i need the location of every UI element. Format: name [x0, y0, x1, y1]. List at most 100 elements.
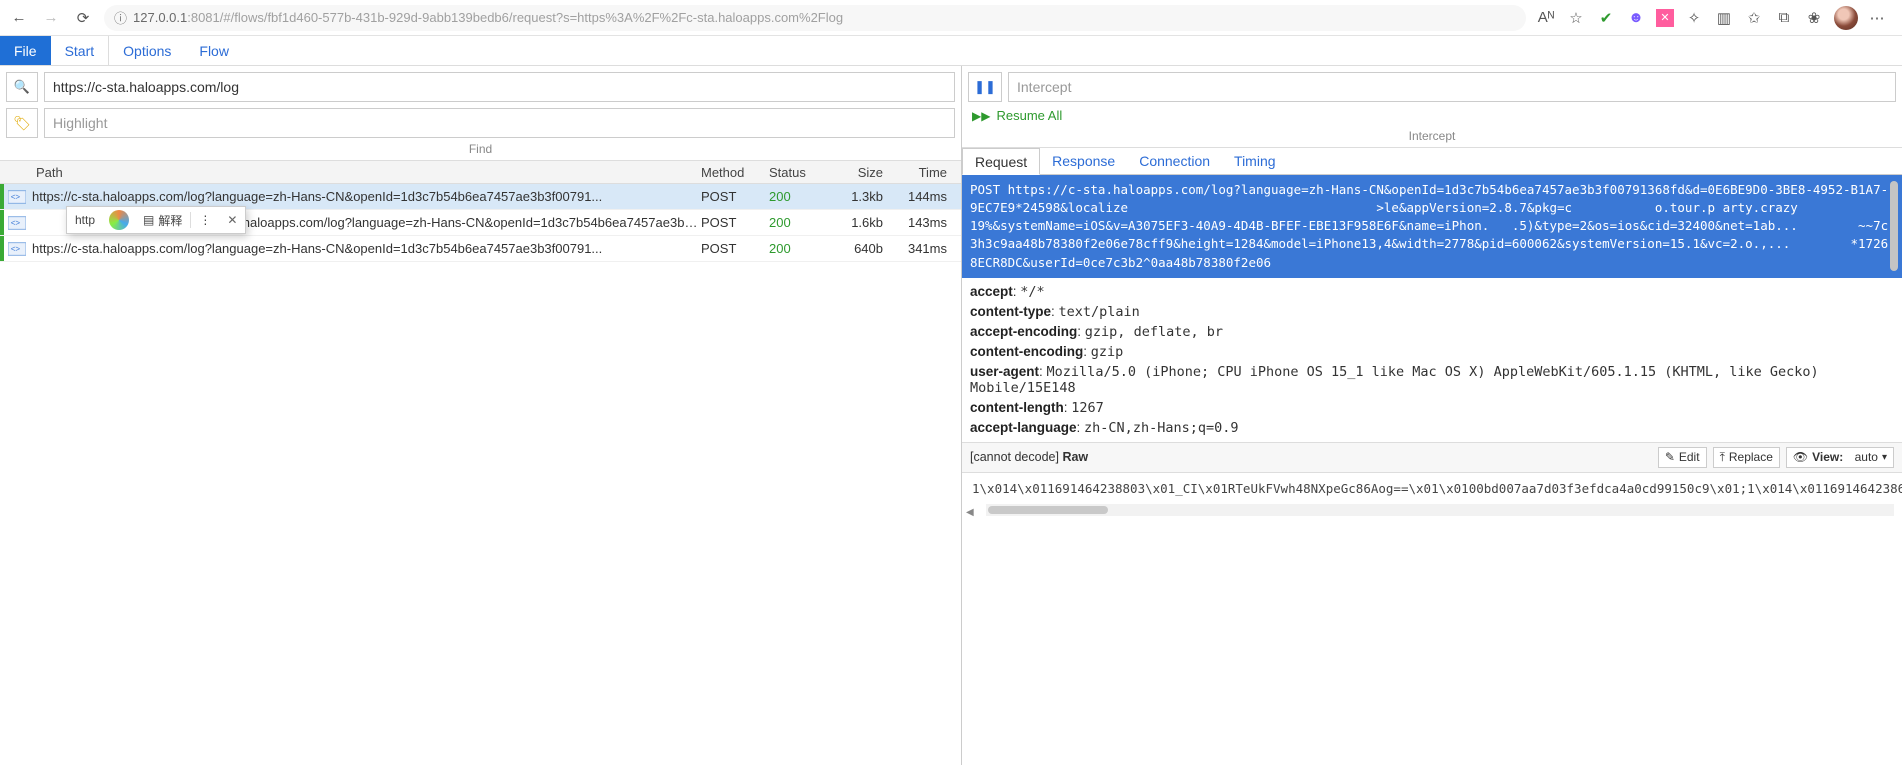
request-first-line[interactable]: POST https://c-sta.haloapps.com/log?lang… — [962, 175, 1902, 278]
header-row[interactable]: accept: */* — [970, 282, 1894, 302]
edit-button[interactable]: ✎Edit — [1658, 447, 1707, 468]
menu-options[interactable]: Options — [109, 36, 185, 65]
header-row[interactable]: content-length: 1267 — [970, 398, 1894, 418]
vertical-scrollbar[interactable] — [1890, 175, 1900, 295]
upload-icon: ⤒ — [1720, 450, 1725, 465]
replace-button[interactable]: ⤒Replace — [1713, 447, 1780, 468]
flow-time: 144ms — [889, 189, 961, 204]
scroll-left-icon[interactable]: ◀ — [962, 507, 978, 518]
performance-icon[interactable]: ❀ — [1804, 8, 1824, 28]
address-bar[interactable]: ⓘ 127.0.0.1:8081/#/flows/fbf1d460-577b-4… — [104, 5, 1526, 31]
collections-icon[interactable]: ⧉ — [1774, 8, 1794, 28]
profile-avatar[interactable] — [1834, 6, 1858, 30]
col-method[interactable]: Method — [701, 165, 769, 180]
flow-size: 640b — [827, 241, 889, 256]
request-headers: accept: */* content-type: text/plain acc… — [962, 278, 1902, 442]
ext-smiley-icon[interactable]: ☻ — [1626, 8, 1646, 28]
ctx-more[interactable]: ⋮ — [191, 213, 219, 227]
read-aloud-icon[interactable]: Aᴺ — [1536, 8, 1556, 28]
resume-all-button[interactable]: ▶▶ Resume All — [968, 106, 1896, 125]
pencil-icon: ✎ — [1665, 450, 1675, 464]
col-size[interactable]: Size — [827, 165, 889, 180]
tag-icon: 🏷 — [13, 115, 31, 132]
flow-table-header: Path Method Status Size Time — [0, 160, 961, 184]
flow-method: POST — [701, 189, 769, 204]
flow-type-icon: <> — [4, 216, 30, 230]
horizontal-scrollbar[interactable] — [986, 504, 1894, 516]
browser-toolbar: ← → ⟳ ⓘ 127.0.0.1:8081/#/flows/fbf1d460-… — [0, 0, 1902, 36]
intercept-panel-label: Intercept — [962, 127, 1902, 147]
mitmweb-app: File Start Options Flow 🔍 🏷 Find Path Me… — [0, 36, 1902, 765]
tab-request[interactable]: Request — [962, 148, 1040, 175]
ctx-close[interactable]: ✕ — [219, 213, 245, 227]
find-panel-label: Find — [0, 140, 961, 160]
chevron-down-icon: ▾ — [1882, 452, 1887, 463]
detail-pane: ❚❚ ▶▶ Resume All Intercept Request Respo… — [962, 66, 1902, 765]
col-path[interactable]: Path — [30, 165, 701, 180]
more-menu-icon[interactable]: ⋯ — [1868, 8, 1888, 28]
body-decode-status: [cannot decode] Raw — [970, 450, 1088, 464]
view-mode-button[interactable]: 👁View: auto▾ — [1786, 447, 1894, 468]
detail-tabs: Request Response Connection Timing — [962, 147, 1902, 175]
menu-flow[interactable]: Flow — [185, 36, 243, 65]
flow-time: 341ms — [889, 241, 961, 256]
flow-method: POST — [701, 215, 769, 230]
svg-text:<>: <> — [11, 192, 21, 201]
svg-text:<>: <> — [11, 244, 21, 253]
copilot-icon[interactable] — [109, 210, 129, 230]
flow-type-icon: <> — [4, 190, 30, 204]
intercept-toggle[interactable]: ❚❚ — [968, 72, 1002, 102]
flow-size: 1.6kb — [827, 215, 889, 230]
request-body[interactable]: 1\x014\x011691464238803\x01_CI\x01RTeUkF… — [962, 473, 1902, 504]
back-button[interactable]: ← — [8, 7, 30, 29]
menu-start[interactable]: Start — [51, 36, 110, 65]
inline-translate-popup[interactable]: http ▤解释 ⋮ ✕ — [66, 206, 246, 234]
highlight-input[interactable] — [44, 108, 955, 138]
header-row[interactable]: content-type: text/plain — [970, 302, 1894, 322]
extensions-icon[interactable]: ✧ — [1684, 8, 1704, 28]
menu-file[interactable]: File — [0, 36, 51, 65]
search-button[interactable]: 🔍 — [6, 72, 38, 102]
body-toolbar: [cannot decode] Raw ✎Edit ⤒Replace 👁View… — [962, 442, 1902, 473]
header-row[interactable]: accept-language: zh-CN,zh-Hans;q=0.9 — [970, 418, 1894, 438]
favorite-icon[interactable]: ☆ — [1566, 8, 1586, 28]
flow-table-body: <> https://c-sta.haloapps.com/log?langua… — [0, 184, 961, 765]
ctx-explain[interactable]: ▤解释 — [135, 212, 190, 229]
flow-row[interactable]: <> https://c-sta.haloapps.com/log?langua… — [0, 236, 961, 262]
resume-all-label: Resume All — [996, 108, 1062, 123]
svg-text:<>: <> — [11, 218, 21, 227]
split-icon[interactable]: ▥ — [1714, 8, 1734, 28]
ext-pink-icon[interactable]: ✕ — [1656, 9, 1674, 27]
flow-time: 143ms — [889, 215, 961, 230]
forward-button[interactable]: → — [40, 7, 62, 29]
fast-forward-icon: ▶▶ — [972, 109, 990, 123]
tab-timing[interactable]: Timing — [1222, 148, 1288, 174]
eye-icon: 👁 — [1793, 450, 1808, 464]
flow-list-pane: 🔍 🏷 Find Path Method Status Size Time — [0, 66, 962, 765]
browser-actions: Aᴺ ☆ ✔ ☻ ✕ ✧ ▥ ✩ ⧉ ❀ ⋯ — [1536, 6, 1894, 30]
pause-icon: ❚❚ — [974, 79, 996, 95]
ext-check-icon[interactable]: ✔ — [1596, 8, 1616, 28]
header-row[interactable]: accept-encoding: gzip, deflate, br — [970, 322, 1894, 342]
ctx-proto: http — [67, 213, 103, 227]
reload-button[interactable]: ⟳ — [72, 7, 94, 29]
highlight-button[interactable]: 🏷 — [6, 108, 38, 138]
tab-response[interactable]: Response — [1040, 148, 1127, 174]
flow-path: https://c-sta.haloapps.com/log?language=… — [30, 241, 701, 256]
col-time[interactable]: Time — [889, 165, 961, 180]
flow-status: 200 — [769, 241, 827, 256]
detail-body: POST https://c-sta.haloapps.com/log?lang… — [962, 175, 1902, 765]
book-icon: ▤ — [143, 213, 154, 227]
flow-type-icon: <> — [4, 242, 30, 256]
header-row[interactable]: content-encoding: gzip — [970, 342, 1894, 362]
search-input[interactable] — [44, 72, 955, 102]
intercept-input[interactable] — [1008, 72, 1896, 102]
flow-path: https://c-sta.haloapps.com/log?language=… — [30, 189, 701, 204]
header-row[interactable]: user-agent: Mozilla/5.0 (iPhone; CPU iPh… — [970, 362, 1894, 398]
site-info-icon[interactable]: ⓘ — [114, 8, 127, 27]
tab-connection[interactable]: Connection — [1127, 148, 1222, 174]
search-icon: 🔍 — [14, 79, 30, 95]
col-status[interactable]: Status — [769, 165, 827, 180]
url-text: 127.0.0.1:8081/#/flows/fbf1d460-577b-431… — [133, 10, 843, 25]
favorites-bar-icon[interactable]: ✩ — [1744, 8, 1764, 28]
